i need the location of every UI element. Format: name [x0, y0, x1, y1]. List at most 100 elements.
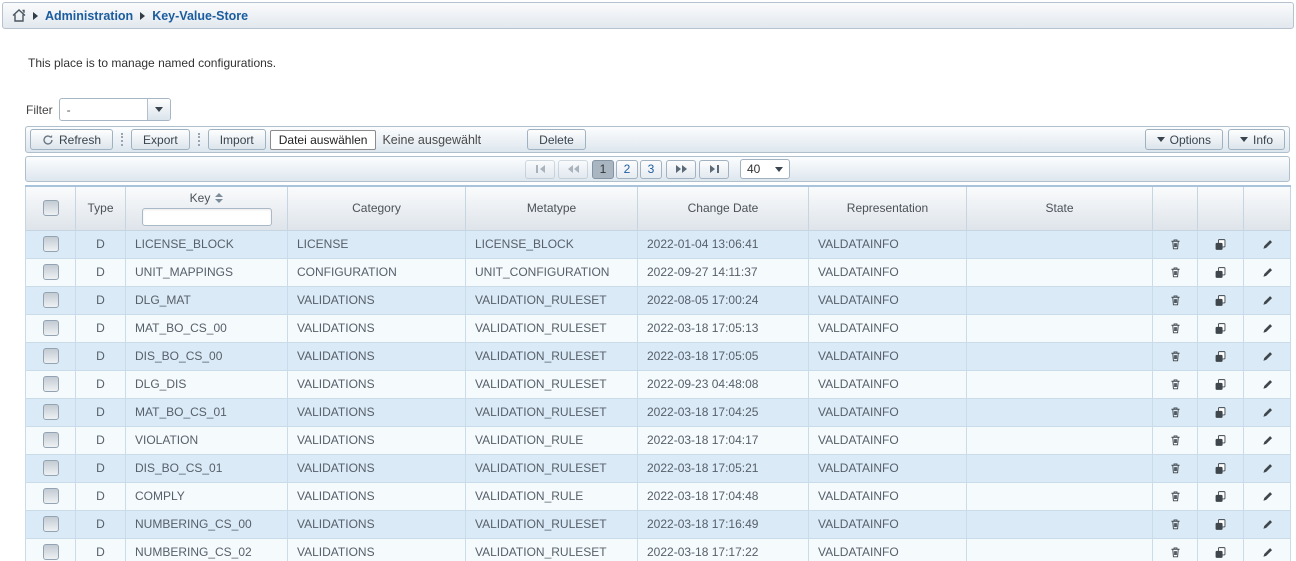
- home-icon[interactable]: [12, 9, 26, 22]
- copy-icon[interactable]: [1214, 350, 1227, 363]
- trash-icon[interactable]: [1169, 266, 1182, 279]
- pencil-icon[interactable]: [1261, 350, 1274, 363]
- file-choose-button[interactable]: Datei auswählen: [270, 130, 377, 150]
- pencil-icon[interactable]: [1261, 518, 1274, 531]
- cell-delete-action: [1153, 454, 1198, 482]
- trash-icon[interactable]: [1169, 378, 1182, 391]
- cell-type: D: [76, 482, 126, 510]
- cell-representation: VALDATAINFO: [809, 426, 967, 454]
- paginator-next-button[interactable]: [666, 160, 696, 179]
- cell-category: VALIDATIONS: [288, 286, 466, 314]
- key-filter-input[interactable]: [142, 208, 272, 226]
- refresh-button[interactable]: Refresh: [30, 129, 113, 150]
- cell-state: [967, 398, 1153, 426]
- column-header-metatype: Metatype: [466, 186, 638, 230]
- row-checkbox[interactable]: [43, 404, 59, 420]
- chevron-down-icon: [1240, 137, 1248, 142]
- row-checkbox[interactable]: [43, 236, 59, 252]
- last-page-icon: [710, 165, 715, 173]
- paginator-page-1[interactable]: 1: [592, 160, 614, 179]
- rows-per-page-dropdown[interactable]: 40: [740, 159, 790, 179]
- copy-icon[interactable]: [1214, 546, 1227, 559]
- cell-delete-action: [1153, 370, 1198, 398]
- copy-icon[interactable]: [1214, 490, 1227, 503]
- info-button[interactable]: Info: [1228, 129, 1285, 150]
- copy-icon[interactable]: [1214, 462, 1227, 475]
- cell-type: D: [76, 538, 126, 561]
- cell-key: DLG_DIS: [126, 370, 288, 398]
- paginator-last-button[interactable]: [699, 160, 729, 179]
- filter-dropdown-button[interactable]: [147, 99, 170, 120]
- row-checkbox[interactable]: [43, 516, 59, 532]
- cell-metatype: VALIDATION_RULESET: [466, 286, 638, 314]
- chevron-down-icon: [1157, 137, 1165, 142]
- trash-icon[interactable]: [1169, 406, 1182, 419]
- prev-page-icon: [568, 165, 573, 173]
- pencil-icon[interactable]: [1261, 406, 1274, 419]
- breadcrumb-items: Administration Key-Value-Store: [33, 9, 248, 23]
- cell-type: D: [76, 426, 126, 454]
- row-checkbox[interactable]: [43, 292, 59, 308]
- row-checkbox[interactable]: [43, 460, 59, 476]
- pencil-icon[interactable]: [1261, 238, 1274, 251]
- trash-icon[interactable]: [1169, 518, 1182, 531]
- trash-icon[interactable]: [1169, 434, 1182, 447]
- pencil-icon[interactable]: [1261, 490, 1274, 503]
- copy-icon[interactable]: [1214, 322, 1227, 335]
- sort-icon[interactable]: [215, 193, 223, 203]
- cell-change-date: 2022-03-18 17:05:21: [638, 454, 809, 482]
- row-checkbox[interactable]: [43, 376, 59, 392]
- select-all-checkbox[interactable]: [43, 200, 59, 216]
- trash-icon[interactable]: [1169, 294, 1182, 307]
- trash-icon[interactable]: [1169, 238, 1182, 251]
- paginator-first-button[interactable]: [525, 160, 555, 179]
- cell-edit-action: [1244, 426, 1291, 454]
- options-button[interactable]: Options: [1145, 129, 1223, 150]
- copy-icon[interactable]: [1214, 266, 1227, 279]
- breadcrumb-item[interactable]: Administration: [45, 9, 133, 23]
- filter-dropdown[interactable]: -: [59, 98, 171, 121]
- paginator-page-2[interactable]: 2: [616, 160, 638, 179]
- export-button[interactable]: Export: [131, 129, 190, 150]
- cell-category: VALIDATIONS: [288, 538, 466, 561]
- pencil-icon[interactable]: [1261, 546, 1274, 559]
- paginator-page-3[interactable]: 3: [640, 160, 662, 179]
- trash-icon[interactable]: [1169, 322, 1182, 335]
- refresh-icon: [42, 134, 54, 146]
- row-checkbox[interactable]: [43, 264, 59, 280]
- pencil-icon[interactable]: [1261, 378, 1274, 391]
- table-row: D NUMBERING_CS_02 VALIDATIONS VALIDATION…: [26, 538, 1291, 561]
- breadcrumb: Administration Key-Value-Store: [2, 2, 1294, 29]
- row-checkbox[interactable]: [43, 348, 59, 364]
- breadcrumb-item[interactable]: Key-Value-Store: [152, 9, 248, 23]
- trash-icon[interactable]: [1169, 546, 1182, 559]
- paginator-prev-button[interactable]: [558, 160, 588, 179]
- row-checkbox[interactable]: [43, 432, 59, 448]
- row-checkbox[interactable]: [43, 488, 59, 504]
- cell-representation: VALDATAINFO: [809, 314, 967, 342]
- copy-icon[interactable]: [1214, 294, 1227, 307]
- delete-button[interactable]: Delete: [527, 129, 586, 150]
- pencil-icon[interactable]: [1261, 266, 1274, 279]
- cell-key: DLG_MAT: [126, 286, 288, 314]
- cell-state: [967, 258, 1153, 286]
- cell-type: D: [76, 454, 126, 482]
- row-checkbox[interactable]: [43, 544, 59, 560]
- import-button[interactable]: Import: [208, 129, 266, 150]
- copy-icon[interactable]: [1214, 238, 1227, 251]
- pencil-icon[interactable]: [1261, 434, 1274, 447]
- key-header-label[interactable]: Key: [190, 191, 211, 205]
- cell-metatype: VALIDATION_RULESET: [466, 454, 638, 482]
- row-checkbox[interactable]: [43, 320, 59, 336]
- pencil-icon[interactable]: [1261, 462, 1274, 475]
- copy-icon[interactable]: [1214, 518, 1227, 531]
- trash-icon[interactable]: [1169, 490, 1182, 503]
- copy-icon[interactable]: [1214, 406, 1227, 419]
- copy-icon[interactable]: [1214, 378, 1227, 391]
- pencil-icon[interactable]: [1261, 294, 1274, 307]
- copy-icon[interactable]: [1214, 434, 1227, 447]
- trash-icon[interactable]: [1169, 462, 1182, 475]
- trash-icon[interactable]: [1169, 350, 1182, 363]
- row-checkbox-cell: [26, 370, 76, 398]
- pencil-icon[interactable]: [1261, 322, 1274, 335]
